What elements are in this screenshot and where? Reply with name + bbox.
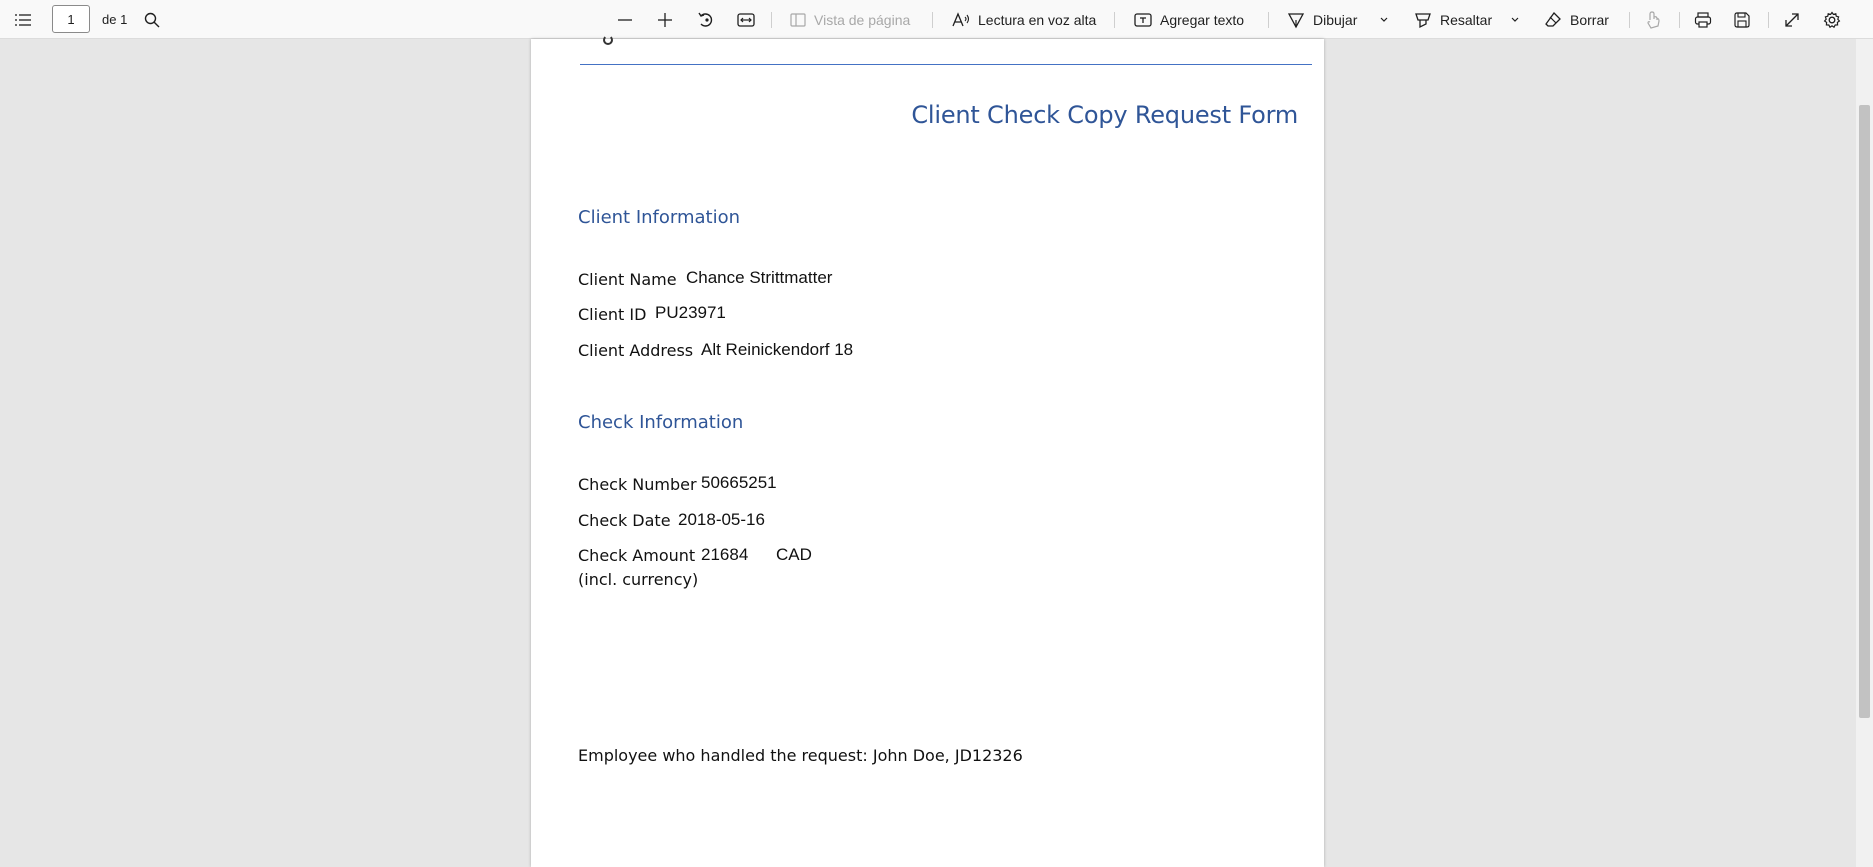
form-title: Client Check Copy Request Form bbox=[911, 101, 1298, 129]
page-count: de 1 bbox=[102, 12, 128, 27]
draw-icon bbox=[1287, 12, 1305, 28]
toolbar-divider bbox=[771, 12, 772, 28]
client-id-value: PU23971 bbox=[655, 303, 726, 322]
check-date-value: 2018-05-16 bbox=[678, 510, 765, 529]
touch-write-icon[interactable] bbox=[1645, 0, 1661, 39]
check-info-heading: Check Information bbox=[578, 412, 744, 433]
erase-label: Borrar bbox=[1570, 11, 1609, 28]
check-number-label: Check Number bbox=[578, 475, 697, 494]
client-name-value: Chance Strittmatter bbox=[686, 268, 833, 287]
eraser-icon bbox=[1545, 11, 1561, 27]
check-amount-value: 21684 bbox=[701, 545, 749, 564]
client-name-label: Client Name bbox=[578, 270, 677, 289]
page-view-icon bbox=[790, 12, 806, 27]
highlight-button[interactable]: Resaltar bbox=[1414, 0, 1492, 39]
draw-dropdown-chevron-down-icon[interactable] bbox=[1379, 0, 1389, 39]
logo-fragment-icon bbox=[603, 35, 613, 45]
toolbar-divider bbox=[1768, 12, 1769, 28]
highlight-icon bbox=[1415, 12, 1431, 28]
add-text-label: Agregar texto bbox=[1160, 11, 1245, 28]
client-address-label: Client Address bbox=[578, 341, 694, 360]
toolbar-divider bbox=[1679, 12, 1680, 28]
draw-button[interactable]: Dibujar bbox=[1287, 0, 1357, 39]
check-amount-label: Check Amount bbox=[578, 546, 696, 565]
page-number-input[interactable] bbox=[52, 5, 90, 33]
contents-icon[interactable] bbox=[14, 0, 32, 39]
zoom-out-icon[interactable] bbox=[617, 0, 633, 39]
zoom-in-icon[interactable] bbox=[657, 0, 673, 39]
toolbar-divider bbox=[932, 12, 933, 28]
save-icon[interactable] bbox=[1734, 0, 1750, 39]
print-icon[interactable] bbox=[1694, 0, 1712, 39]
client-info-heading: Client Information bbox=[578, 207, 741, 228]
search-icon[interactable] bbox=[144, 0, 160, 39]
read-aloud-icon bbox=[952, 11, 970, 26]
vertical-scrollbar[interactable] bbox=[1856, 39, 1873, 867]
employee-footer: Employee who handled the request: John D… bbox=[578, 746, 1023, 765]
check-date-label: Check Date bbox=[578, 511, 671, 530]
draw-label: Dibujar bbox=[1313, 11, 1358, 28]
settings-gear-icon[interactable] bbox=[1823, 0, 1841, 39]
header-rule bbox=[580, 64, 1312, 65]
read-aloud-label: Lectura en voz alta bbox=[978, 11, 1097, 28]
rotate-icon[interactable] bbox=[697, 0, 715, 39]
read-aloud-button[interactable]: Lectura en voz alta bbox=[952, 0, 1096, 39]
scrollbar-thumb[interactable] bbox=[1859, 105, 1870, 718]
highlight-label: Resaltar bbox=[1440, 11, 1493, 28]
erase-button[interactable]: Borrar bbox=[1544, 0, 1609, 39]
toolbar-divider bbox=[1268, 12, 1269, 28]
client-id-label: Client ID bbox=[578, 305, 647, 324]
toolbar-divider bbox=[1114, 12, 1115, 28]
check-currency-value: CAD bbox=[776, 545, 812, 564]
page-view-label: Vista de página bbox=[814, 11, 911, 28]
fit-width-icon[interactable] bbox=[737, 0, 755, 39]
pdf-toolbar: de 1 Vista de página Lectura en voz alta… bbox=[0, 0, 1873, 39]
check-number-value: 50665251 bbox=[701, 473, 777, 492]
page-view-button[interactable]: Vista de página bbox=[790, 0, 910, 39]
pdf-page: Client Check Copy Request Form Client In… bbox=[531, 35, 1324, 867]
add-text-button[interactable]: Agregar texto bbox=[1134, 0, 1244, 39]
check-amount-currency-note: (incl. currency) bbox=[578, 570, 699, 589]
highlight-dropdown-chevron-down-icon[interactable] bbox=[1510, 0, 1520, 39]
client-address-value: Alt Reinickendorf 18 bbox=[701, 340, 854, 359]
add-text-icon bbox=[1134, 12, 1152, 27]
toolbar-divider bbox=[1629, 12, 1630, 28]
fullscreen-icon[interactable] bbox=[1783, 0, 1801, 39]
